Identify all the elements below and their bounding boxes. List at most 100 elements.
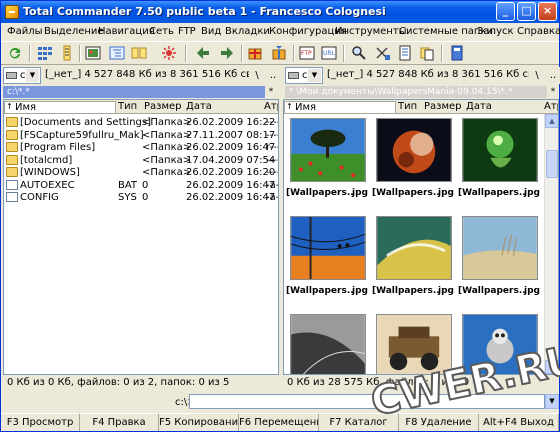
column-type[interactable]: Тип — [118, 101, 137, 112]
column-name[interactable]: Имя — [4, 101, 116, 114]
left-history-star[interactable]: * — [265, 86, 277, 98]
menu-navigation[interactable]: Навигация — [98, 26, 155, 37]
file-size: <Папка> — [142, 129, 192, 141]
refresh-icon[interactable] — [7, 45, 23, 61]
right-root-button[interactable]: \ — [529, 67, 545, 84]
scroll-down-icon[interactable]: ▼ — [545, 360, 558, 374]
left-file-panel[interactable]: Имя ↑ Тип Размер Дата Атр [Documents and… — [3, 99, 279, 375]
f8-delete-button[interactable]: F8 Удаление — [399, 413, 479, 431]
file-size: <Папка> — [142, 154, 192, 166]
right-column-header: Имя ↑ Тип Размер Дата Атр — [284, 100, 558, 114]
table-row[interactable]: [FSCapture59fullru_Mak] <Папка> 27.11.2007… — [4, 129, 278, 142]
f7-mkdir-button[interactable]: F7 Каталог — [319, 413, 399, 431]
menu-view[interactable]: Вид — [201, 26, 221, 37]
chevron-down-icon[interactable]: ▼ — [308, 69, 321, 82]
thumbnail-name: [Wallpapers.. — [458, 286, 526, 296]
notebook-icon[interactable] — [449, 45, 465, 61]
f5-copy-button[interactable]: F5 Копирование — [159, 413, 239, 431]
thumbnail-image — [376, 314, 452, 374]
column-attr[interactable]: Атр — [264, 101, 278, 112]
scrollbar-thumb[interactable] — [546, 150, 558, 178]
f6-move-button[interactable]: F6 Перемещение — [239, 413, 319, 431]
menu-tabs[interactable]: Вкладки — [225, 26, 270, 37]
thumbnail-image — [376, 216, 452, 280]
left-path-bar[interactable]: c:\*.* — [3, 86, 265, 98]
menu-network[interactable]: Сеть — [149, 26, 174, 37]
copy-names-icon[interactable] — [419, 45, 435, 61]
tree-view-icon[interactable] — [109, 45, 125, 61]
forward-arrow-icon[interactable] — [219, 45, 235, 61]
unpack-icon[interactable] — [271, 45, 287, 61]
thumbnail-ext: jpg — [352, 286, 368, 296]
table-row[interactable]: AUTOEXEC BAT 0 26.02.2009 16:47-a-- — [4, 179, 279, 192]
file-type: SYS — [118, 192, 137, 203]
table-row[interactable]: [Documents and Settings] <Папка> 26.02.200… — [4, 117, 278, 129]
f3-view-button[interactable]: F3 Просмотр — [1, 413, 80, 431]
ftp-url-icon[interactable]: URL — [321, 45, 337, 61]
menu-launch[interactable]: Запуск — [477, 26, 514, 37]
brief-view-icon[interactable] — [37, 45, 53, 61]
right-history-star[interactable]: * — [547, 86, 559, 98]
ftp-connect-icon[interactable]: FTP — [299, 45, 315, 61]
file-name: [Program Files] — [20, 142, 96, 153]
search-icon[interactable] — [351, 45, 367, 61]
sync-icon[interactable] — [161, 45, 177, 61]
thumbnails-view-icon[interactable] — [85, 45, 101, 61]
multi-rename-icon[interactable] — [375, 45, 391, 61]
file-name: [WINDOWS] — [20, 167, 80, 178]
right-drive-bar: c ▼ [_нет_] 4 527 848 Кб из 8 361 516 Кб… — [285, 67, 560, 85]
folder-icon — [6, 167, 18, 177]
file-date: 17.04.2009 07:54 — [186, 154, 276, 166]
table-row[interactable]: [Program Files] <Папка> 26.02.2009 16:47 r-… — [4, 142, 278, 154]
folder-icon — [6, 142, 18, 152]
file-attr: r--- — [266, 142, 279, 153]
full-view-icon[interactable] — [59, 45, 75, 61]
table-row[interactable]: [totalcmd] <Папка> 17.04.2009 07:54 ---- — [4, 154, 278, 167]
file-name: [Documents and Settings] — [20, 117, 152, 128]
right-scrollbar[interactable]: ▲ ▼ — [544, 114, 558, 374]
column-attr[interactable]: Атр — [544, 101, 558, 112]
f4-edit-button[interactable]: F4 Правка — [80, 413, 159, 431]
menu-selection[interactable]: Выделение — [44, 26, 104, 37]
chevron-down-icon[interactable]: ▼ — [26, 69, 39, 82]
command-line-input[interactable] — [189, 394, 545, 409]
file-attr: -a-- — [266, 179, 279, 191]
chevron-down-icon[interactable]: ▼ — [545, 394, 559, 409]
thumbnail-label: [Wallpapers.. jpg — [458, 188, 542, 198]
compare-icon[interactable] — [131, 45, 147, 61]
function-key-bar: F3 Просмотр F4 Правка F5 Копирование F6 … — [1, 413, 559, 431]
folder-icon — [6, 117, 18, 127]
table-row[interactable]: [WINDOWS] <Папка> 26.02.2009 16:20 ---- — [4, 167, 278, 179]
table-row[interactable]: CONFIG SYS 0 26.02.2009 16:47-a-- — [4, 192, 278, 204]
menu-ftp[interactable]: FTP — [178, 26, 196, 37]
scroll-up-icon[interactable]: ▲ — [545, 114, 558, 128]
right-drive-select[interactable]: c ▼ — [285, 67, 323, 84]
menu-tools[interactable]: Инструменты — [335, 26, 407, 37]
notepad-icon[interactable] — [397, 45, 413, 61]
alt-f4-exit-button[interactable]: Alt+F4 Выход — [479, 413, 559, 431]
minimize-button[interactable]: _ — [496, 2, 515, 21]
column-size[interactable]: Размер — [144, 101, 182, 112]
pack-icon[interactable] — [247, 45, 263, 61]
column-size[interactable]: Размер — [424, 101, 462, 112]
left-root-button[interactable]: \ — [249, 67, 265, 84]
column-name[interactable]: Имя — [284, 101, 396, 114]
thumbnail-ext: jpg — [352, 188, 368, 198]
column-date[interactable]: Дата — [186, 101, 212, 112]
menu-help[interactable]: Справка — [517, 26, 560, 37]
menu-files[interactable]: Файлы — [7, 26, 43, 37]
file-size: <Папка> — [142, 117, 192, 128]
file-type: BAT — [118, 179, 138, 191]
right-up-button[interactable]: .. — [545, 67, 560, 84]
right-file-panel[interactable]: Имя ↑ Тип Размер Дата Атр [Wallpapers..j… — [283, 99, 559, 375]
right-path-bar[interactable]: * \Мои документы\WallpapersMania-09.04.1… — [285, 86, 547, 98]
column-type[interactable]: Тип — [398, 101, 417, 112]
column-date[interactable]: Дата — [466, 101, 492, 112]
left-up-button[interactable]: .. — [265, 67, 281, 84]
right-drive-letter: c — [302, 70, 308, 81]
title-bar[interactable]: Total Commander 7.50 public beta 1 - Fra… — [1, 1, 559, 23]
maximize-button[interactable]: □ — [517, 2, 536, 21]
back-arrow-icon[interactable] — [195, 45, 211, 61]
close-button[interactable]: × — [538, 2, 557, 21]
left-drive-select[interactable]: c ▼ — [3, 67, 41, 84]
